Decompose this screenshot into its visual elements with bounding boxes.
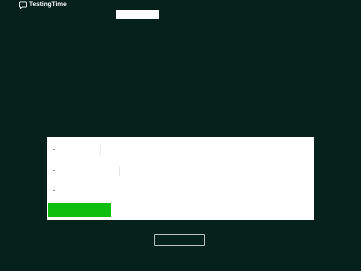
form-row-3[interactable] bbox=[47, 185, 314, 197]
primary-green-button[interactable] bbox=[48, 203, 111, 217]
speech-bubble-icon bbox=[19, 1, 27, 9]
brand-name: TestingTime bbox=[29, 1, 67, 8]
top-white-box[interactable] bbox=[116, 10, 159, 19]
row-divider bbox=[119, 166, 120, 176]
row-marker bbox=[53, 170, 55, 171]
row-marker bbox=[53, 149, 55, 150]
row-divider bbox=[100, 145, 101, 155]
row-marker bbox=[53, 190, 55, 191]
brand-logo: TestingTime bbox=[19, 0, 67, 10]
form-card bbox=[47, 137, 314, 220]
secondary-outline-button[interactable] bbox=[154, 234, 205, 246]
form-row-1[interactable] bbox=[47, 144, 314, 156]
form-row-2[interactable] bbox=[47, 165, 314, 177]
